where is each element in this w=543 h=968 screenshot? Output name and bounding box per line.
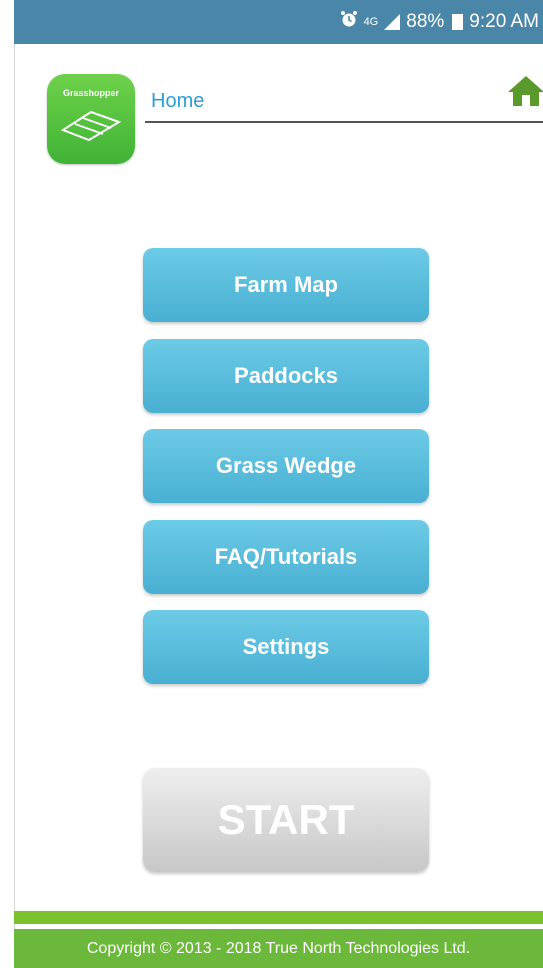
settings-button[interactable]: Settings	[143, 610, 429, 684]
signal-icon	[384, 14, 401, 30]
page-title: Home	[151, 90, 205, 112]
battery-percent: 88%	[406, 11, 445, 32]
grass-wedge-button[interactable]: Grass Wedge	[143, 429, 429, 503]
alarm-icon	[340, 10, 358, 34]
faq-tutorials-button[interactable]: FAQ/Tutorials	[143, 520, 429, 594]
status-bar: 4G 88% 9:20 AM	[14, 0, 543, 44]
footer-accent-bar	[14, 911, 543, 924]
title-underline	[145, 121, 543, 123]
app-logo: Grasshopper	[47, 74, 135, 164]
left-frame-edge	[0, 0, 15, 968]
paddocks-button[interactable]: Paddocks	[143, 339, 429, 413]
network-type: 4G	[363, 16, 379, 28]
start-button[interactable]: START	[143, 768, 429, 872]
clock-time: 9:20 AM	[469, 11, 539, 32]
grasshopper-logo-icon	[60, 110, 122, 142]
logo-text: Grasshopper	[62, 88, 120, 98]
footer-copyright: Copyright © 2013 - 2018 True North Techn…	[14, 929, 543, 968]
battery-icon	[452, 14, 464, 30]
farm-map-button[interactable]: Farm Map	[143, 248, 429, 322]
home-icon[interactable]	[506, 74, 543, 113]
